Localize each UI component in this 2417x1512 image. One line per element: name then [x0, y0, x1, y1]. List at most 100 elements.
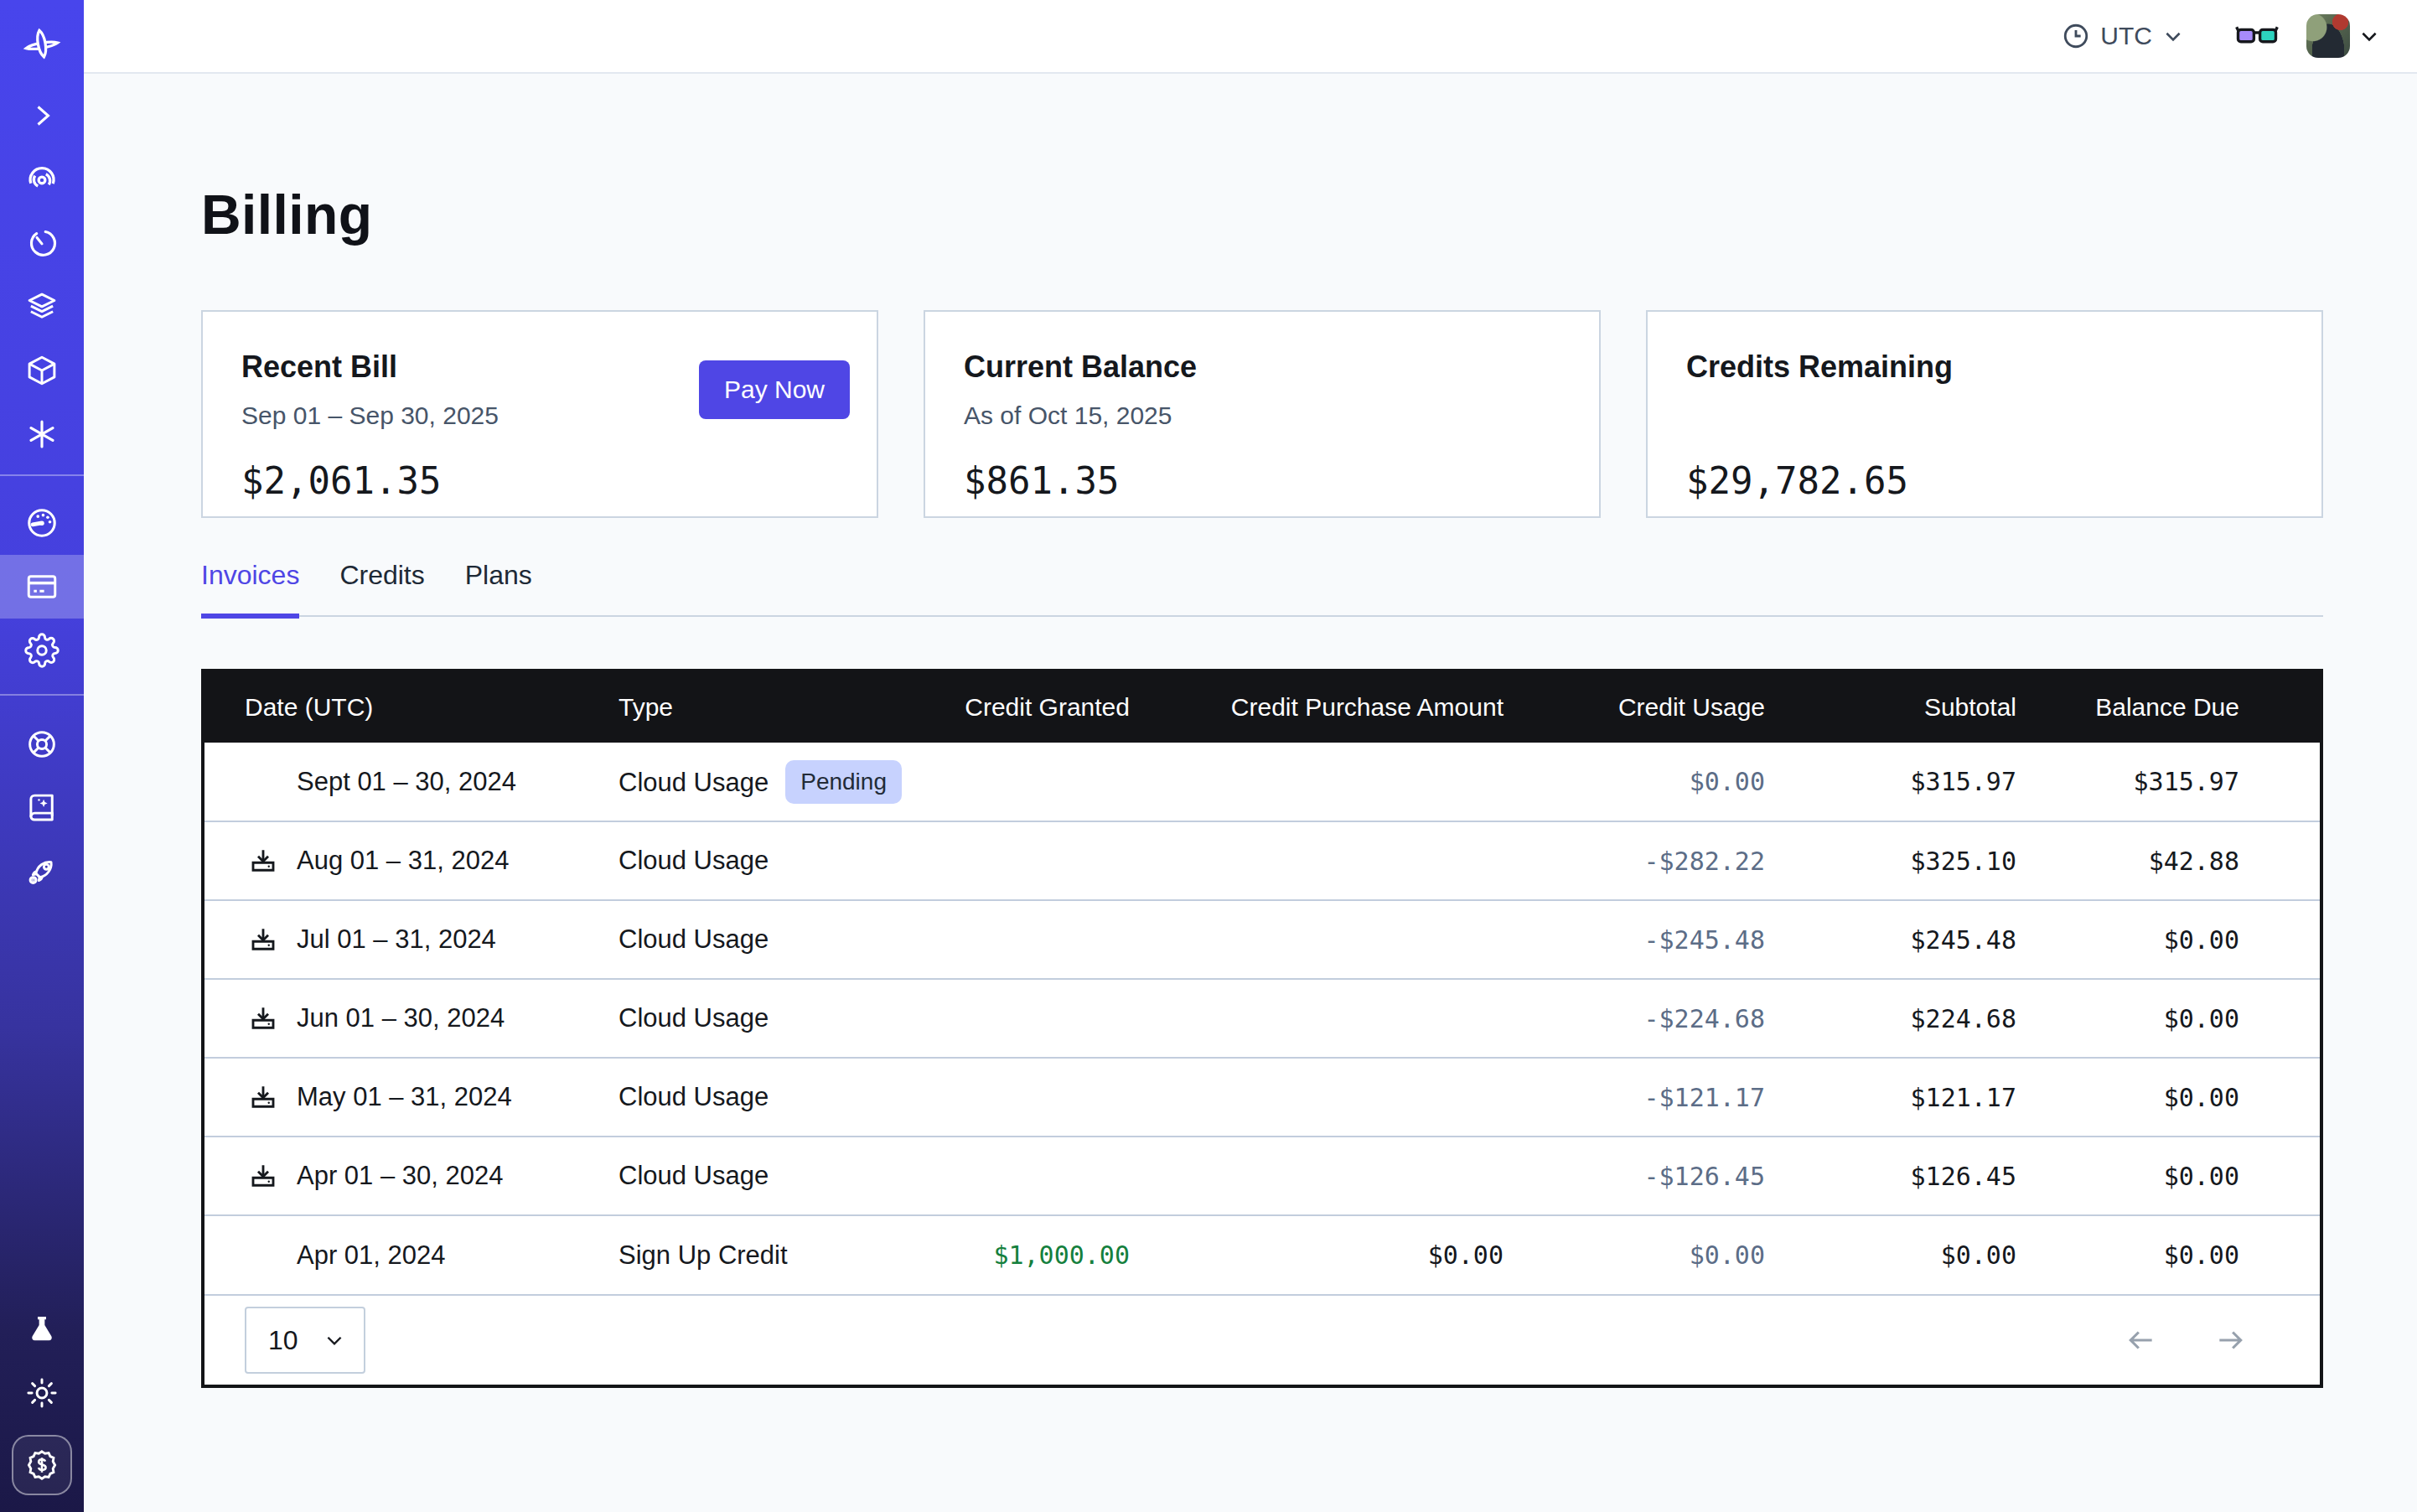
balance-due-value: $42.88 — [2057, 821, 2320, 900]
sidebar-divider — [0, 694, 84, 696]
col-credit-usage: Credit Usage — [1544, 672, 1805, 743]
status-badge: Pending — [785, 760, 902, 804]
main-content: Billing Recent Bill Sep 01 – Sep 30, 202… — [84, 0, 2417, 1388]
col-type: Type — [618, 672, 954, 743]
summary-cards: Recent Bill Sep 01 – Sep 30, 2025 $2,061… — [201, 310, 2323, 518]
card-title: Current Balance — [964, 347, 1560, 387]
balance-due-value: $315.97 — [2057, 743, 2320, 821]
col-credit-granted: Credit Granted — [954, 672, 1170, 743]
subtotal-value: $224.68 — [1805, 979, 2057, 1058]
sidebar-item-settings[interactable] — [0, 619, 84, 682]
balance-due-value: $0.00 — [2057, 900, 2320, 979]
credit-usage-value: $0.00 — [1544, 1215, 1805, 1294]
page-size-value: 10 — [268, 1325, 298, 1356]
subtotal-value: $121.17 — [1805, 1058, 2057, 1137]
sidebar-item-timer[interactable] — [0, 211, 84, 275]
topbar: UTC — [84, 0, 2417, 74]
invoice-date: Apr 01 – 30, 2024 — [297, 1161, 503, 1191]
download-invoice-button[interactable] — [248, 1082, 278, 1112]
next-page-button[interactable] — [2214, 1324, 2246, 1356]
sidebar-item-support[interactable] — [0, 712, 84, 776]
glasses-icon — [2234, 21, 2280, 51]
subtotal-value: $325.10 — [1805, 821, 2057, 900]
download-invoice-button[interactable] — [248, 846, 278, 876]
credit-granted-value — [954, 1058, 1170, 1137]
subtotal-value: $0.00 — [1805, 1215, 2057, 1294]
invoice-type: Sign Up Credit — [618, 1240, 788, 1270]
card-subtitle: As of Oct 15, 2025 — [964, 397, 1560, 434]
sidebar-item-theme[interactable] — [0, 1361, 84, 1425]
card-amount: $2,061.35 — [241, 456, 838, 506]
sidebar-spacer — [0, 904, 84, 1297]
sidebar-expand-button[interactable] — [0, 84, 84, 148]
sidebar-item-labs[interactable] — [0, 1297, 84, 1361]
credit-purchase-value — [1170, 743, 1544, 821]
credit-purchase-value — [1170, 1058, 1544, 1137]
credit-purchase-value — [1170, 900, 1544, 979]
pagination: 10 — [204, 1294, 2320, 1385]
timezone-label: UTC — [2100, 22, 2152, 50]
clock-icon — [2062, 22, 2090, 50]
invoice-date: Jul 01 – 31, 2024 — [297, 924, 496, 955]
credit-usage-value: -$224.68 — [1544, 979, 1805, 1058]
sidebar-item-swirl[interactable] — [0, 148, 84, 211]
glasses-button[interactable] — [2234, 21, 2280, 51]
sidebar-item-credits-promo[interactable] — [12, 1435, 72, 1495]
download-invoice-button[interactable] — [248, 1003, 278, 1033]
card-title: Credits Remaining — [1686, 347, 2283, 387]
invoices-table: Date (UTC) Type Credit Granted Credit Pu… — [201, 669, 2323, 1388]
prev-page-button[interactable] — [2125, 1324, 2157, 1356]
credit-purchase-value — [1170, 1137, 1544, 1215]
table-row: Jun 01 – 30, 2024 Cloud Usage -$224.68$224… — [204, 979, 2320, 1058]
chevron-down-icon — [2162, 25, 2184, 47]
credit-usage-value: -$282.22 — [1544, 821, 1805, 900]
table-row: Apr 01, 2024Sign Up Credit$1,000.00$0.00… — [204, 1215, 2320, 1294]
invoice-type: Cloud Usage — [618, 924, 769, 954]
avatar[interactable] — [2306, 14, 2350, 58]
subtotal-value: $315.97 — [1805, 743, 2057, 821]
invoice-date: Jun 01 – 30, 2024 — [297, 1003, 505, 1033]
current-balance-card: Current Balance As of Oct 15, 2025 $861.… — [924, 310, 1601, 518]
invoice-type: Cloud Usage — [618, 1082, 769, 1111]
credit-usage-value: -$245.48 — [1544, 900, 1805, 979]
table-row: May 01 – 31, 2024 Cloud Usage -$121.17$121… — [204, 1058, 2320, 1137]
sidebar-item-billing[interactable] — [0, 555, 84, 619]
invoice-date: Sept 01 – 30, 2024 — [297, 767, 516, 797]
page-title: Billing — [201, 178, 2323, 251]
recent-bill-card: Recent Bill Sep 01 – Sep 30, 2025 $2,061… — [201, 310, 878, 518]
card-subtitle — [1686, 397, 2283, 434]
page-size-select[interactable]: 10 — [245, 1307, 365, 1374]
card-amount: $29,782.65 — [1686, 456, 2283, 506]
download-invoice-button[interactable] — [248, 924, 278, 955]
subtotal-value: $126.45 — [1805, 1137, 2057, 1215]
timezone-selector[interactable]: UTC — [2062, 22, 2184, 50]
table-row: Aug 01 – 31, 2024Cloud Usage-$282.22$325… — [204, 821, 2320, 900]
invoice-date: Aug 01 – 31, 2024 — [297, 846, 509, 876]
download-invoice-button[interactable] — [248, 1161, 278, 1191]
sidebar-item-asterisk[interactable] — [0, 402, 84, 466]
table-header-row: Date (UTC) Type Credit Granted Credit Pu… — [204, 672, 2320, 743]
tab-plans[interactable]: Plans — [465, 557, 532, 619]
credit-purchase-value — [1170, 821, 1544, 900]
billing-tabs: Invoices Credits Plans — [201, 557, 2323, 617]
col-date: Date (UTC) — [204, 672, 618, 743]
chevron-down-icon[interactable] — [2358, 25, 2380, 47]
credit-granted-value: $1,000.00 — [954, 1215, 1170, 1294]
sidebar-item-layers[interactable] — [0, 275, 84, 339]
tab-invoices[interactable]: Invoices — [201, 557, 299, 619]
sidebar-item-cube[interactable] — [0, 339, 84, 402]
invoice-date: May 01 – 31, 2024 — [297, 1082, 512, 1112]
sidebar-item-docs[interactable] — [0, 776, 84, 840]
credit-usage-value: $0.00 — [1544, 743, 1805, 821]
pay-now-button[interactable]: Pay Now — [699, 360, 850, 419]
credit-granted-value — [954, 743, 1170, 821]
tab-credits[interactable]: Credits — [339, 557, 424, 619]
subtotal-value: $245.48 — [1805, 900, 2057, 979]
credit-usage-value: -$126.45 — [1544, 1137, 1805, 1215]
invoice-type: Cloud Usage — [618, 1003, 769, 1033]
sidebar-item-quickstart[interactable] — [0, 840, 84, 904]
credit-usage-value: -$121.17 — [1544, 1058, 1805, 1137]
balance-due-value: $0.00 — [2057, 1058, 2320, 1137]
sidebar-item-usage-gauge[interactable] — [0, 491, 84, 555]
invoice-type: Cloud Usage — [618, 1161, 769, 1190]
